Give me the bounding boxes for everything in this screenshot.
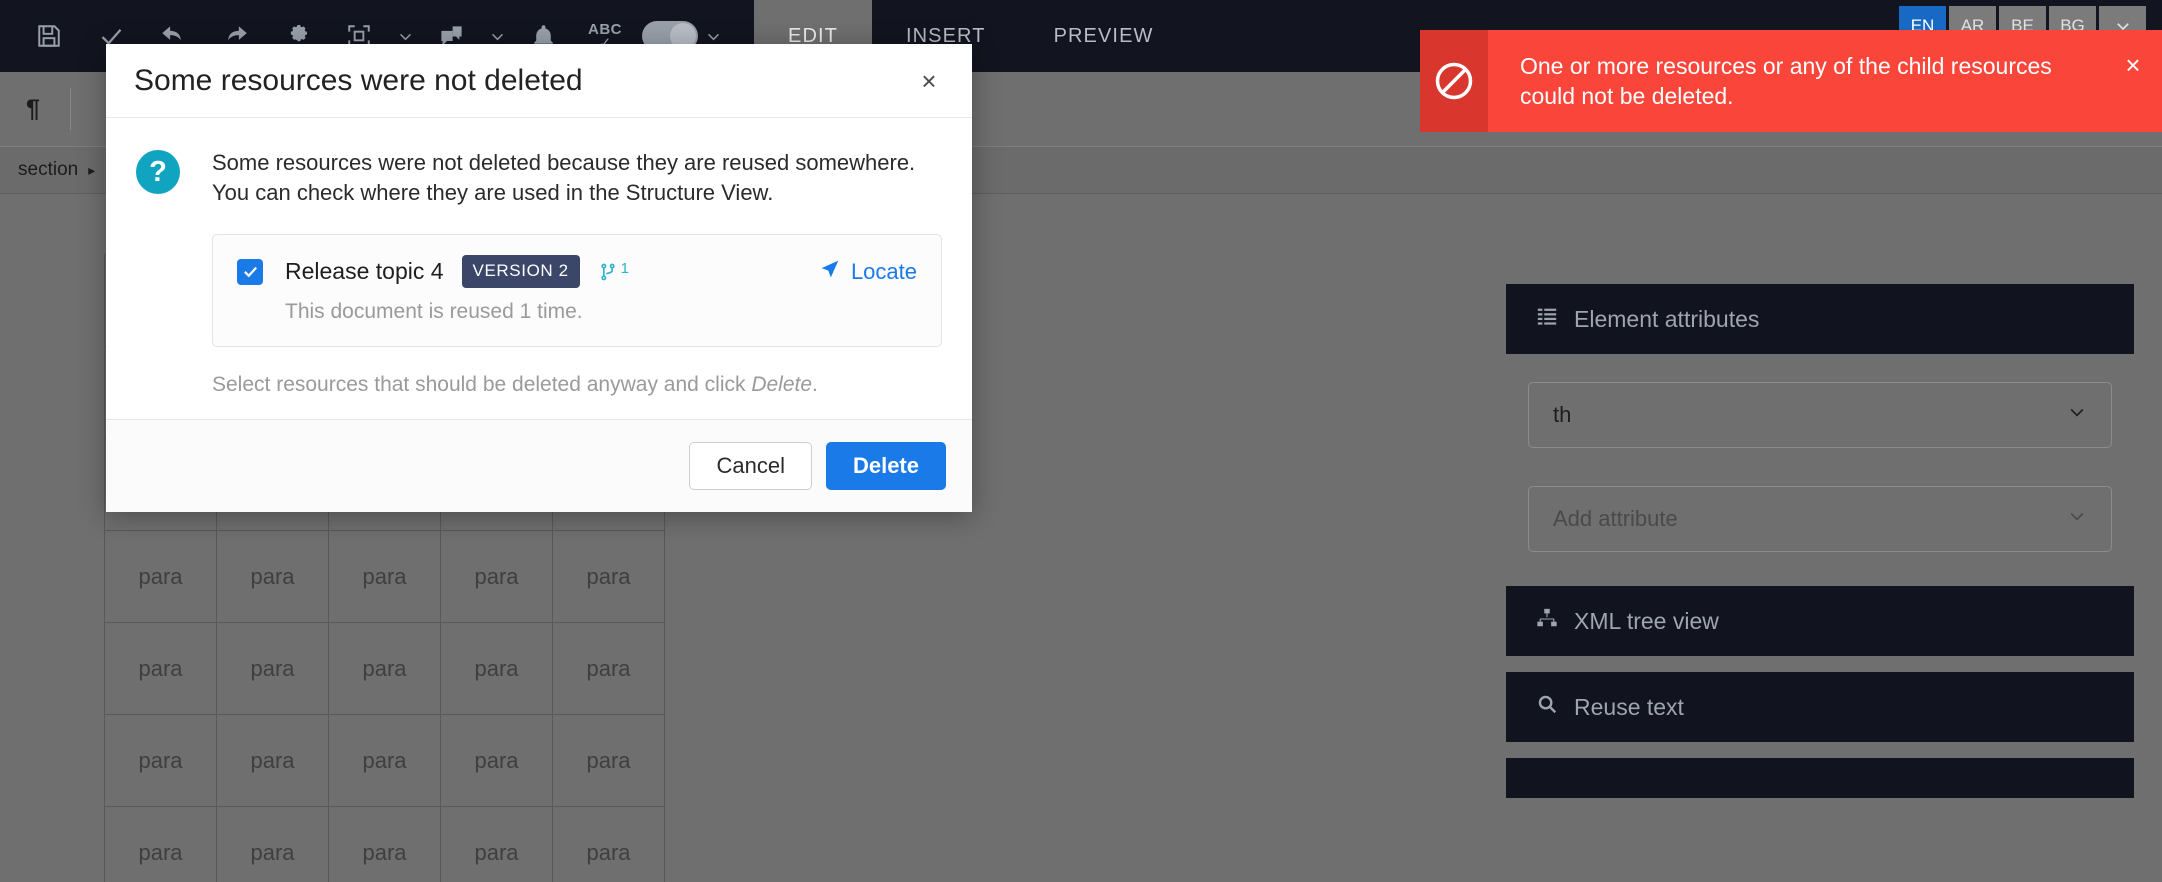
resource-reuse-note: This document is reused 1 time. bbox=[237, 300, 917, 324]
dialog-message-line-2: You can check where they are used in the… bbox=[212, 178, 942, 208]
table-cell[interactable]: para bbox=[105, 715, 217, 807]
chevron-down-icon bbox=[2067, 506, 2087, 532]
chevron-down-icon bbox=[2067, 402, 2087, 428]
application-window: ABC ✓ EDIT INSERT PREVIEW EN AR bbox=[0, 0, 2162, 882]
dialog-hint: Select resources that should be deleted … bbox=[212, 373, 942, 397]
element-select-value: th bbox=[1553, 402, 1571, 428]
right-sidebar: Element attributes th Add attribute bbox=[1462, 194, 2162, 882]
branch-count: 1 bbox=[621, 260, 629, 277]
sitemap-icon bbox=[1536, 607, 1558, 635]
cancel-button[interactable]: Cancel bbox=[689, 442, 811, 490]
table-cell[interactable]: para bbox=[441, 531, 553, 623]
sidebar-item-element-attributes[interactable]: Element attributes bbox=[1506, 284, 2134, 354]
dialog-message-line-1: Some resources were not deleted because … bbox=[212, 148, 942, 178]
table-cell[interactable]: para bbox=[217, 623, 329, 715]
dialog-title: Some resources were not deleted bbox=[134, 64, 583, 98]
sidebar-item-extra[interactable] bbox=[1506, 758, 2134, 798]
sidebar-item-xml-tree-view[interactable]: XML tree view bbox=[1506, 586, 2134, 656]
error-toast-message: One or more resources or any of the chil… bbox=[1488, 30, 2104, 132]
close-icon[interactable]: × bbox=[2104, 30, 2162, 132]
locate-link[interactable]: Locate bbox=[820, 259, 917, 285]
dialog-body: ? Some resources were not deleted becaus… bbox=[106, 118, 972, 419]
question-mark-icon: ? bbox=[136, 150, 180, 194]
resource-list: Release topic 4 VERSION 2 1 bbox=[212, 234, 942, 347]
locate-arrow-icon bbox=[820, 259, 840, 285]
table-cell[interactable]: para bbox=[329, 715, 441, 807]
element-select[interactable]: th bbox=[1528, 382, 2112, 448]
table-cell[interactable]: para bbox=[217, 807, 329, 882]
table-cell[interactable]: para bbox=[553, 531, 665, 623]
tab-preview[interactable]: PREVIEW bbox=[1020, 0, 1188, 72]
close-icon[interactable]: × bbox=[912, 68, 946, 94]
dialog-hint-emphasis: Delete bbox=[751, 373, 812, 396]
table-cell[interactable]: para bbox=[329, 807, 441, 882]
save-icon[interactable] bbox=[18, 0, 80, 72]
table-cell[interactable]: para bbox=[553, 807, 665, 882]
table-cell[interactable]: para bbox=[217, 531, 329, 623]
table-row[interactable]: paraparaparaparapara bbox=[105, 623, 665, 715]
table-cell[interactable]: para bbox=[217, 715, 329, 807]
no-entry-icon bbox=[1420, 30, 1488, 132]
breadcrumb-separator-icon: ▸ bbox=[88, 162, 95, 179]
sidebar-section-title: Reuse text bbox=[1574, 694, 1684, 721]
element-attributes-body: th Add attribute bbox=[1506, 354, 2134, 586]
table-row[interactable]: paraparaparaparapara bbox=[105, 531, 665, 623]
table-cell[interactable]: para bbox=[553, 715, 665, 807]
table-cell[interactable]: para bbox=[105, 531, 217, 623]
pilcrow-icon[interactable]: ¶ bbox=[0, 72, 66, 146]
add-attribute-placeholder: Add attribute bbox=[1553, 506, 1678, 532]
dialog-footer: Cancel Delete bbox=[106, 419, 972, 512]
table-cell[interactable]: para bbox=[441, 623, 553, 715]
error-toast: One or more resources or any of the chil… bbox=[1420, 30, 2162, 132]
branch-icon: 1 bbox=[598, 262, 629, 282]
dialog-hint-suffix: . bbox=[812, 373, 818, 396]
locate-label: Locate bbox=[851, 259, 917, 285]
sidebar-item-reuse-text[interactable]: Reuse text bbox=[1506, 672, 2134, 742]
table-row[interactable]: paraparaparaparapara bbox=[105, 807, 665, 882]
sidebar-section-title: XML tree view bbox=[1574, 608, 1719, 635]
table-row[interactable]: paraparaparaparapara bbox=[105, 715, 665, 807]
table-cell[interactable]: para bbox=[105, 807, 217, 882]
list-icon bbox=[1536, 305, 1558, 333]
sidebar-section-title: Element attributes bbox=[1574, 306, 1759, 333]
status-badge: VERSION 2 bbox=[462, 255, 580, 288]
resource-checkbox[interactable] bbox=[237, 259, 263, 285]
table-cell[interactable]: para bbox=[329, 623, 441, 715]
table-cell[interactable]: para bbox=[553, 623, 665, 715]
delete-button[interactable]: Delete bbox=[826, 442, 946, 490]
table-cell[interactable]: para bbox=[441, 715, 553, 807]
dialog-header: Some resources were not deleted × bbox=[106, 44, 972, 118]
search-icon bbox=[1536, 693, 1558, 721]
dialog-hint-prefix: Select resources that should be deleted … bbox=[212, 373, 751, 396]
resource-name: Release topic 4 bbox=[285, 258, 444, 285]
list-item[interactable]: Release topic 4 VERSION 2 1 bbox=[237, 255, 917, 288]
table-cell[interactable]: para bbox=[329, 531, 441, 623]
table-cell[interactable]: para bbox=[441, 807, 553, 882]
add-attribute-select[interactable]: Add attribute bbox=[1528, 486, 2112, 552]
toolbar-divider bbox=[70, 88, 71, 130]
resources-not-deleted-dialog: Some resources were not deleted × ? Some… bbox=[106, 44, 972, 512]
table-cell[interactable]: para bbox=[105, 623, 217, 715]
breadcrumb-item-section[interactable]: section bbox=[18, 159, 78, 181]
